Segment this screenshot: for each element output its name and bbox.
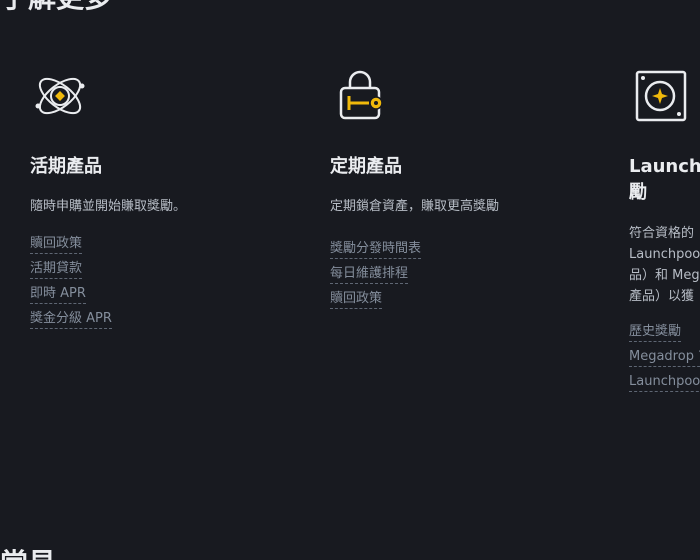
learn-more-page: 了解更多 活期產品 隨時申購並開始賺取獎勵。 贖回政策 活期貸款 即時 APR … [0,0,700,560]
faq-section-title: 常見 [0,548,56,560]
link-redemption-policy[interactable]: 贖回政策 [30,235,83,254]
card-title-line: 勵 [629,182,647,203]
lock-key-icon [330,66,390,126]
card-description: 符合資格的 Launchpool 品）和 Meg 產品）以獲 [629,223,700,307]
link-daily-maintenance-schedule[interactable]: 每日維護排程 [330,265,409,284]
sparkle-square-icon [629,66,689,126]
card-title: Launchp 勵 [629,154,700,206]
card-description-line: 產品）以獲 [629,289,695,304]
link-tiered-apr[interactable]: 獎金分級 APR [30,310,112,329]
card-links: 獎勵分發時間表 每日維護排程 贖回政策 [330,237,422,312]
link-realtime-apr[interactable]: 即時 APR [30,285,86,304]
link-launchpool[interactable]: Launchpool [629,373,700,392]
atom-orbit-icon [30,66,90,126]
card-title-line: Launchp [629,156,700,177]
card-description: 定期鎖倉資產，賺取更高獎勵 [330,199,500,214]
link-redemption-policy[interactable]: 贖回政策 [330,290,383,309]
link-megadrop[interactable]: Megadrop ? [629,348,700,367]
card-launchpool: Launchp 勵 符合資格的 Launchpool 品）和 Meg 產品）以獲… [629,0,700,560]
card-title: 活期產品 [30,156,102,177]
card-title: 定期產品 [330,156,402,177]
link-flexible-loan[interactable]: 活期貸款 [30,260,83,279]
link-reward-distribution-schedule[interactable]: 獎勵分發時間表 [330,240,422,259]
card-description: 隨時申購並開始賺取獎勵。 [30,199,187,214]
section-title: 了解更多 [0,0,112,14]
card-description-line: Launchpool [629,247,700,262]
card-links: 歷史獎勵 Megadrop ? Launchpool [629,320,700,395]
link-reward-history[interactable]: 歷史獎勵 [629,323,682,342]
card-description-line: 符合資格的 [629,226,695,241]
card-description-line: 品）和 Meg [629,268,700,283]
card-links: 贖回政策 活期貸款 即時 APR 獎金分級 APR [30,232,112,332]
